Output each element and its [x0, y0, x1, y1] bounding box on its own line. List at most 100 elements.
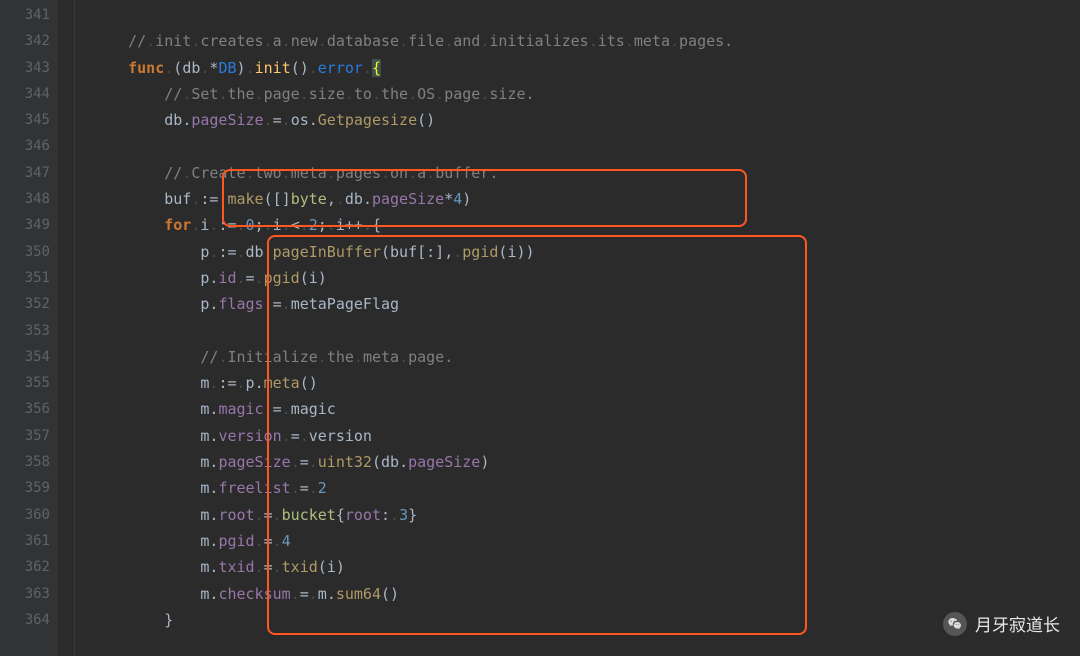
token-comment: a: [417, 164, 426, 182]
token-field: root: [345, 506, 381, 524]
token-paren: :: [381, 506, 390, 524]
token-ws: .: [300, 85, 309, 103]
code-line[interactable]: db.pageSize.=.os.Getpagesize(): [92, 107, 1080, 133]
code-line[interactable]: //.Create.two.meta.pages.on.a.buffer.: [92, 160, 1080, 186]
line-number-gutter: 3413423433443453463473483493503513523533…: [0, 0, 58, 656]
code-line[interactable]: m.version.=.version: [92, 423, 1080, 449]
code-line[interactable]: //.Set.the.page.size.to.the.OS.page.size…: [92, 81, 1080, 107]
line-number: 354: [0, 344, 50, 370]
code-line[interactable]: p.flags.=.metaPageFlag: [92, 291, 1080, 317]
token-ident: [92, 216, 164, 234]
line-number: 341: [0, 2, 50, 28]
code-line[interactable]: m.txid.=.txid(i): [92, 554, 1080, 580]
token-comment: page: [444, 85, 480, 103]
token-comment: init: [155, 32, 191, 50]
line-number: 345: [0, 107, 50, 133]
code-line[interactable]: p.:=.db.pageInBuffer(buf[:],.pgid(i)): [92, 239, 1080, 265]
token-comment: file: [408, 32, 444, 50]
code-line[interactable]: buf.:=.make([]byte,.db.pageSize*4): [92, 186, 1080, 212]
code-line[interactable]: m.checksum.=.m.sum64(): [92, 581, 1080, 607]
token-ws: .: [589, 32, 598, 50]
code-line[interactable]: //.Initialize.the.meta.page.: [92, 344, 1080, 370]
token-comment: Create: [191, 164, 245, 182]
line-number: 352: [0, 291, 50, 317]
token-ident: [92, 243, 200, 261]
token-ws: .: [273, 558, 282, 576]
token-ident: [92, 85, 164, 103]
token-ws: .: [273, 532, 282, 550]
token-ws: .: [291, 479, 300, 497]
token-func: pgid: [264, 269, 300, 287]
token-comment: two: [255, 164, 282, 182]
code-line[interactable]: m.root.=.bucket{root:.3}: [92, 502, 1080, 528]
token-ws: .: [237, 374, 246, 392]
token-ws: .: [327, 216, 336, 234]
token-paren: {: [336, 506, 345, 524]
indent-guide: [74, 0, 92, 656]
token-op: .: [327, 585, 336, 603]
token-func: pgid: [462, 243, 498, 261]
token-bracematch: {: [372, 59, 381, 77]
token-ws: .: [300, 427, 309, 445]
token-func: Getpagesize: [318, 111, 417, 129]
token-comment: new: [291, 32, 318, 50]
code-line[interactable]: for.i.:=.0;.i.<.2;.i++.{: [92, 212, 1080, 238]
token-comment: pages: [336, 164, 381, 182]
token-ws: .: [381, 164, 390, 182]
token-op: =: [291, 427, 300, 445]
token-ident: [92, 348, 200, 366]
token-funcdef: init: [255, 59, 291, 77]
code-area[interactable]: //.init.creates.a.new.database.file.and.…: [92, 0, 1080, 656]
token-ws: .: [363, 216, 372, 234]
token-field: txid: [218, 558, 254, 576]
token-ident: db: [381, 453, 399, 471]
token-op: <: [291, 216, 300, 234]
token-ws: .: [255, 269, 264, 287]
token-ws: .: [282, 111, 291, 129]
line-number: 356: [0, 396, 50, 422]
token-paren: ,: [327, 190, 336, 208]
token-ws: .: [255, 85, 264, 103]
line-number: 344: [0, 81, 50, 107]
line-number: 349: [0, 212, 50, 238]
code-line[interactable]: }: [92, 607, 1080, 633]
code-line[interactable]: m.magic.=.magic: [92, 396, 1080, 422]
code-editor[interactable]: 3413423433443453463473483493503513523533…: [0, 0, 1080, 656]
token-ws: .: [426, 164, 435, 182]
wechat-icon: [943, 612, 967, 636]
token-op: ++: [345, 216, 363, 234]
token-ident: [92, 453, 200, 471]
token-ws: .: [399, 348, 408, 366]
code-line[interactable]: m.pgid.=.4: [92, 528, 1080, 554]
token-field: pageSize: [191, 111, 263, 129]
token-ident: db: [164, 111, 182, 129]
token-ws: .: [282, 164, 291, 182]
code-line[interactable]: m.freelist.=.2: [92, 475, 1080, 501]
token-paren: (): [300, 374, 318, 392]
token-op: .: [363, 190, 372, 208]
line-number: 357: [0, 423, 50, 449]
line-number: 363: [0, 581, 50, 607]
token-comment: //: [128, 32, 146, 50]
line-number: 364: [0, 607, 50, 633]
code-line[interactable]: p.id.=.pgid(i): [92, 265, 1080, 291]
code-line[interactable]: [92, 318, 1080, 344]
token-ident: db: [182, 59, 200, 77]
token-keyword: for: [164, 216, 191, 234]
code-line[interactable]: func.(db.*DB).init().error.{: [92, 55, 1080, 81]
token-ident: i: [327, 558, 336, 576]
code-line[interactable]: m.pageSize.=.uint32(db.pageSize): [92, 449, 1080, 475]
token-builtin: [92, 6, 128, 24]
line-number: 348: [0, 186, 50, 212]
token-comment: its: [598, 32, 625, 50]
token-ws: .: [318, 348, 327, 366]
code-line[interactable]: [92, 2, 1080, 28]
token-op: =: [273, 111, 282, 129]
code-line[interactable]: [92, 133, 1080, 159]
token-paren: ): [336, 558, 345, 576]
token-comment: meta: [634, 32, 670, 50]
code-line[interactable]: //.init.creates.a.new.database.file.and.…: [92, 28, 1080, 54]
code-line[interactable]: m.:=.p.meta(): [92, 370, 1080, 396]
token-ident: i: [273, 216, 282, 234]
token-ident: [92, 374, 200, 392]
